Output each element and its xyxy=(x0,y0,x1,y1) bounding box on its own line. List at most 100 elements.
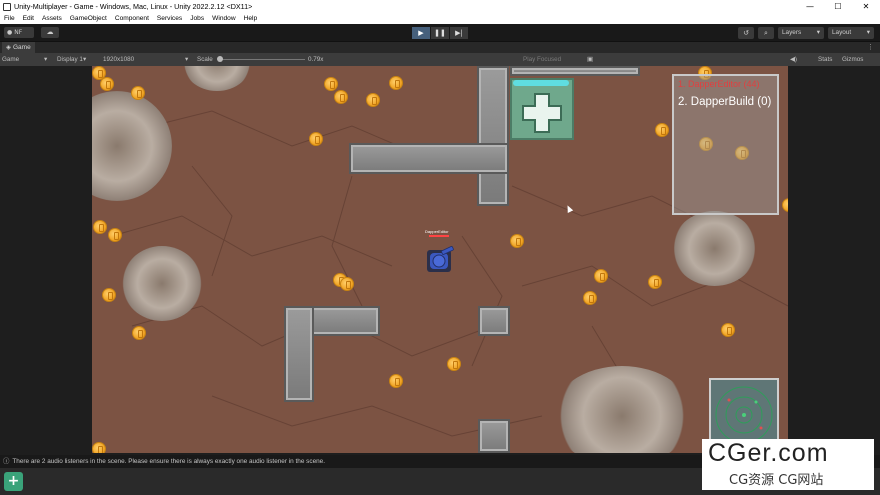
coin xyxy=(92,442,106,453)
player-name-label: DapperEditor xyxy=(425,229,449,234)
coin xyxy=(447,357,461,371)
cloud-icon[interactable]: ☁ xyxy=(41,27,59,38)
health-pickup-pad xyxy=(510,78,574,140)
menu-window[interactable]: Window xyxy=(208,15,239,22)
stone-wall xyxy=(477,66,509,206)
stats-button[interactable]: Stats xyxy=(818,53,832,66)
close-button[interactable]: ✕ xyxy=(852,0,880,13)
title-bar: Unity-Multiplayer - Game - Windows, Mac,… xyxy=(0,0,880,13)
minimize-button[interactable]: — xyxy=(796,0,824,13)
coin xyxy=(510,234,524,248)
tab-game[interactable]: ◈ Game xyxy=(2,42,35,53)
unity-app-icon xyxy=(3,2,11,11)
menu-help[interactable]: Help xyxy=(240,15,262,22)
watermark-tagline: CG资源 CG网站 xyxy=(729,473,824,488)
menu-services[interactable]: Services xyxy=(153,15,186,22)
menu-bar: File Edit Assets GameObject Component Se… xyxy=(0,13,880,24)
search-icon[interactable]: ⌕ xyxy=(758,27,774,39)
account-label: NF xyxy=(14,29,23,36)
layout-label: Layout xyxy=(832,29,852,36)
menu-assets[interactable]: Assets xyxy=(38,15,66,22)
player-health-bar xyxy=(429,235,449,237)
coin xyxy=(131,86,145,100)
stone-wall xyxy=(284,306,314,402)
resolution-dropdown[interactable]: 1920x1080 xyxy=(103,53,134,66)
stone-wall xyxy=(349,143,509,174)
stone-wall xyxy=(478,306,510,336)
menu-edit[interactable]: Edit xyxy=(19,15,38,22)
leaderboard-entry-1: 1. DapperEditor (44) xyxy=(678,79,760,89)
tab-strip: ◈ Game ⋮ xyxy=(0,42,880,53)
chevron-down-icon: ▾ xyxy=(185,56,189,63)
layout-dropdown[interactable]: Layout ▾ xyxy=(828,27,874,39)
menu-file[interactable]: File xyxy=(0,15,19,22)
chevron-down-icon: ▾ xyxy=(866,29,870,36)
display-dropdown[interactable]: Display 1 xyxy=(57,53,83,66)
coin xyxy=(389,374,403,388)
play-controls: ▶ ❚❚ ▶| xyxy=(412,27,468,39)
menu-jobs[interactable]: Jobs xyxy=(186,15,208,22)
coin xyxy=(324,77,338,91)
layers-label: Layers xyxy=(782,29,802,36)
scale-value: 0.79x xyxy=(308,56,324,63)
coin xyxy=(334,90,348,104)
account-icon: ● xyxy=(7,29,13,36)
coin xyxy=(340,277,354,291)
coin xyxy=(583,291,597,305)
leaderboard-entry-2: 2. DapperBuild (0) xyxy=(678,96,772,108)
health-pad-charge-bar xyxy=(513,80,569,86)
chevron-down-icon: ▾ xyxy=(816,29,820,36)
play-mode-dropdown[interactable]: Play Focused xyxy=(523,53,561,66)
player-tank[interactable] xyxy=(425,246,455,276)
coin xyxy=(132,326,146,340)
account-dropdown[interactable]: ● NF xyxy=(4,27,34,38)
history-icon[interactable]: ↺ xyxy=(738,27,754,39)
coin xyxy=(100,77,114,91)
rock-crater xyxy=(672,211,757,286)
chevron-down-icon: ▾ xyxy=(83,56,87,63)
window-title: Unity-Multiplayer - Game - Windows, Mac,… xyxy=(14,2,253,11)
coin xyxy=(721,323,735,337)
rock-crater xyxy=(122,246,202,321)
chevron-down-icon: ▾ xyxy=(44,56,48,63)
layers-dropdown[interactable]: Layers ▾ xyxy=(778,27,824,39)
coin xyxy=(93,220,107,234)
coin xyxy=(108,228,122,242)
coin xyxy=(648,275,662,289)
scale-slider-handle[interactable] xyxy=(217,56,223,62)
frame-icon[interactable]: ▣ xyxy=(587,53,593,66)
scale-slider-track[interactable] xyxy=(221,59,305,60)
more-options-icon[interactable]: ⋮ xyxy=(867,43,874,51)
step-button[interactable]: ▶| xyxy=(450,27,468,39)
coin xyxy=(655,123,669,137)
gizmos-dropdown[interactable]: Gizmos xyxy=(842,53,863,66)
tab-game-label: Game xyxy=(13,44,31,51)
medical-cross-icon xyxy=(522,93,562,133)
speaker-icon[interactable]: ◀) xyxy=(790,53,797,66)
scale-label: Scale xyxy=(197,56,213,63)
maximize-button[interactable]: ☐ xyxy=(824,0,852,13)
menu-gameobject[interactable]: GameObject xyxy=(66,15,111,22)
menu-component[interactable]: Component xyxy=(111,15,153,22)
coin xyxy=(366,93,380,107)
toolbar-right: ↺ ⌕ Layers ▾ Layout ▾ xyxy=(738,27,874,39)
coin xyxy=(594,269,608,283)
play-button[interactable]: ▶ xyxy=(412,27,430,39)
main-toolbar: ● NF ☁ ▶ ❚❚ ▶| ↺ ⌕ Layers ▾ Layout ▾ xyxy=(0,24,880,42)
view-dropdown[interactable]: Game xyxy=(2,53,19,66)
game-view-toolbar: Game ▾ Display 1 ▾ 1920x1080 ▾ Scale 0.7… xyxy=(0,53,880,66)
coin xyxy=(309,132,323,146)
leaderboard-panel: 1. DapperEditor (44) 2. DapperBuild (0) xyxy=(672,74,779,215)
pause-button[interactable]: ❚❚ xyxy=(431,27,449,39)
game-viewport[interactable]: DapperEditor 1. DapperEditor (44) 2. Dap… xyxy=(0,66,880,453)
watermark: CGer.com CG资源 CG网站 xyxy=(702,439,874,490)
stone-wall xyxy=(510,66,640,76)
watermark-site: CGer.com xyxy=(708,439,829,467)
coin xyxy=(102,288,116,302)
gamepad-icon: ◈ xyxy=(6,44,11,51)
add-icon[interactable]: + xyxy=(4,472,23,491)
info-icon: ⓘ xyxy=(3,458,10,465)
stone-wall xyxy=(478,419,510,453)
status-message: There are 2 audio listeners in the scene… xyxy=(12,458,326,465)
game-scene[interactable]: DapperEditor 1. DapperEditor (44) 2. Dap… xyxy=(92,66,788,453)
